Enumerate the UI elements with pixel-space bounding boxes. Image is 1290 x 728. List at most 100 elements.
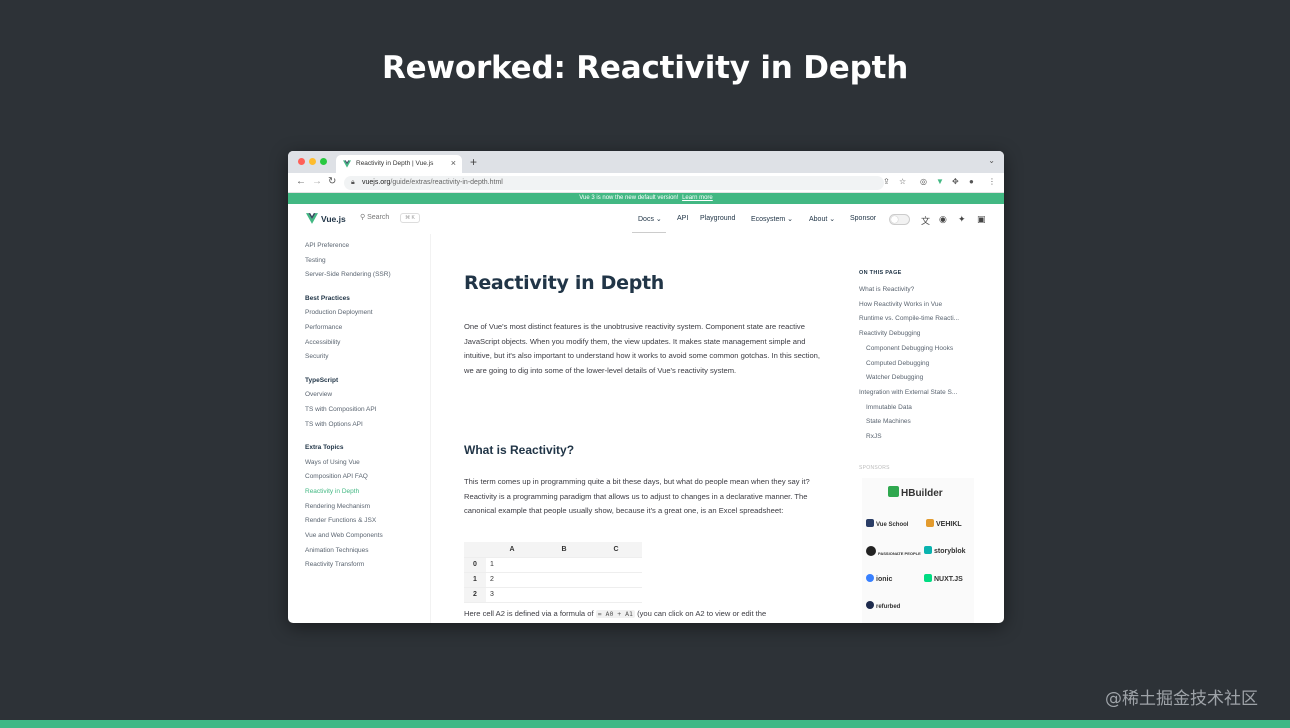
browser-menu-icon[interactable]: ⋮ xyxy=(988,177,996,186)
twitter-icon[interactable]: ✦ xyxy=(958,214,966,225)
nav-api[interactable]: API xyxy=(677,215,688,222)
vue-devtools-icon[interactable]: ▼ xyxy=(936,177,944,186)
sheet-cell-b1[interactable] xyxy=(538,572,590,588)
sidebar-item-render-functions[interactable]: Render Functions & JSX xyxy=(305,517,376,524)
sidebar-item-ts-overview[interactable]: Overview xyxy=(305,391,332,398)
toc-item[interactable]: State Machines xyxy=(866,418,911,425)
tab-close-icon[interactable]: × xyxy=(451,158,456,168)
sponsor-storyblok[interactable]: storyblok xyxy=(924,546,966,555)
site-navbar: Vue.js ⚲ Search ⌘ K Docs ⌄ API Playgroun… xyxy=(288,204,1004,234)
toc-item[interactable]: Reactivity Debugging xyxy=(859,330,920,337)
ionic-logo-icon xyxy=(866,574,874,582)
reactivity-paragraph: This term comes up in programming quite … xyxy=(464,477,810,515)
sidebar-item-api-preference[interactable]: API Preference xyxy=(305,242,349,249)
on-this-page-outline: ON THIS PAGE What is Reactivity? How Rea… xyxy=(859,234,989,623)
formula-text-end: (you can click on A2 to view or edit the xyxy=(637,609,767,618)
nav-sponsor[interactable]: Sponsor xyxy=(850,215,876,222)
sidebar-item-security[interactable]: Security xyxy=(305,353,328,360)
puzzle-icon[interactable]: ✥ xyxy=(952,177,959,186)
sheet-cell-c2[interactable] xyxy=(590,587,642,603)
nav-about[interactable]: About ⌄ xyxy=(809,215,835,223)
sponsors-heading: SPONSORS xyxy=(859,465,890,471)
sheet-column-header: C xyxy=(590,542,642,558)
sheet-column-header: A xyxy=(486,542,538,558)
tab-list-chevron-icon[interactable]: ⌄ xyxy=(988,156,995,165)
browser-tab-active[interactable]: Reactivity in Depth | Vue.js × xyxy=(336,155,462,173)
formula-paragraph: Here cell A2 is defined via a formula of… xyxy=(464,607,828,622)
sidebar-item-web-components[interactable]: Vue and Web Components xyxy=(305,532,383,539)
back-arrow-icon[interactable]: ← xyxy=(296,176,306,187)
sidebar-item-ts-options-api[interactable]: TS with Options API xyxy=(305,421,363,428)
nav-ecosystem[interactable]: Ecosystem ⌄ xyxy=(751,215,793,223)
section-heading-what-is-reactivity: What is Reactivity? xyxy=(464,443,575,457)
forward-arrow-icon[interactable]: → xyxy=(312,176,322,187)
sidebar-item-performance[interactable]: Performance xyxy=(305,324,342,331)
toc-item[interactable]: RxJS xyxy=(866,433,882,440)
toc-item[interactable]: Runtime vs. Compile-time Reacti... xyxy=(859,315,959,322)
nav-active-underline xyxy=(632,232,666,233)
translate-icon[interactable]: 文 xyxy=(921,214,930,227)
sheet-cell-a1[interactable]: 2 xyxy=(486,572,538,588)
sheet-cell-a0[interactable]: 1 xyxy=(486,557,538,573)
sheet-cell-b2[interactable] xyxy=(538,587,590,603)
vue-logo-icon[interactable] xyxy=(306,213,318,224)
browser-window: Reactivity in Depth | Vue.js × + ⌄ ← → ↻… xyxy=(288,151,1004,623)
toc-item[interactable]: Integration with External State S... xyxy=(859,389,957,396)
toc-item[interactable]: Watcher Debugging xyxy=(866,374,923,381)
sponsor-vehikl[interactable]: VEHIKL xyxy=(926,519,962,528)
bookmark-star-icon[interactable]: ☆ xyxy=(899,177,906,186)
sponsor-nuxt[interactable]: NUXT.JS xyxy=(924,574,963,583)
browser-address-bar: ← → ↻ 🔒︎ vuejs.org/guide/extras/reactivi… xyxy=(288,173,1004,193)
site-brand[interactable]: Vue.js xyxy=(321,214,346,224)
sheet-cell-c1[interactable] xyxy=(590,572,642,588)
nav-docs[interactable]: Docs ⌄ xyxy=(638,215,662,223)
sidebar-item-animation-techniques[interactable]: Animation Techniques xyxy=(305,547,368,554)
sidebar-heading-typescript: TypeScript xyxy=(305,377,339,384)
share-icon[interactable]: ⇪ xyxy=(883,177,890,186)
minimize-window-button[interactable] xyxy=(309,158,316,165)
search-button[interactable]: ⚲ Search xyxy=(360,213,389,221)
search-icon: ⚲ xyxy=(360,214,366,221)
sponsor-passionate-people[interactable]: PASSIONATE PEOPLE xyxy=(866,546,921,556)
sidebar-item-accessibility[interactable]: Accessibility xyxy=(305,339,340,346)
sidebar-item-production-deployment[interactable]: Production Deployment xyxy=(305,309,373,316)
profile-icon[interactable]: ● xyxy=(969,177,974,186)
sidebar-item-ts-composition-api[interactable]: TS with Composition API xyxy=(305,406,377,413)
discord-icon[interactable]: ▣ xyxy=(977,214,986,225)
extension-icon[interactable]: ◎ xyxy=(920,177,927,186)
sidebar-item-testing[interactable]: Testing xyxy=(305,257,326,264)
sheet-cell-c0[interactable] xyxy=(590,557,642,573)
table-row: 1 2 xyxy=(464,572,642,588)
reload-icon[interactable]: ↻ xyxy=(328,176,336,187)
url-input[interactable]: 🔒︎ vuejs.org/guide/extras/reactivity-in-… xyxy=(344,176,884,190)
sponsor-vue-school[interactable]: Vue School xyxy=(866,519,908,528)
sidebar-item-ways-of-using-vue[interactable]: Ways of Using Vue xyxy=(305,459,360,466)
sidebar-item-reactivity-transform[interactable]: Reactivity Transform xyxy=(305,561,364,568)
toc-heading: ON THIS PAGE xyxy=(859,270,902,276)
sponsor-refurbed[interactable]: refurbed xyxy=(866,601,900,610)
passionate-people-logo-icon xyxy=(866,546,876,556)
sheet-corner-header xyxy=(464,542,486,558)
sidebar-item-reactivity-in-depth[interactable]: Reactivity in Depth xyxy=(305,488,359,495)
sheet-cell-a2[interactable]: 3 xyxy=(486,587,538,603)
toc-item[interactable]: Computed Debugging xyxy=(866,360,929,367)
doc-content: Reactivity in Depth One of Vue's most di… xyxy=(464,234,828,623)
sheet-cell-b0[interactable] xyxy=(538,557,590,573)
nav-playground[interactable]: Playground xyxy=(700,215,735,222)
toc-item[interactable]: Component Debugging Hooks xyxy=(866,345,953,352)
dark-mode-toggle[interactable] xyxy=(889,214,910,225)
sidebar-item-composition-api-faq[interactable]: Composition API FAQ xyxy=(305,473,368,480)
maximize-window-button[interactable] xyxy=(320,158,327,165)
new-tab-button[interactable]: + xyxy=(470,155,477,169)
sidebar-item-ssr[interactable]: Server-Side Rendering (SSR) xyxy=(305,271,391,278)
toc-item[interactable]: How Reactivity Works in Vue xyxy=(859,301,942,308)
toc-item[interactable]: Immutable Data xyxy=(866,404,912,411)
sponsor-hbuilder[interactable]: HBuilder xyxy=(888,486,943,499)
sidebar-item-rendering-mechanism[interactable]: Rendering Mechanism xyxy=(305,503,370,510)
banner-learn-more-link[interactable]: Learn more xyxy=(682,195,713,201)
sponsor-ionic[interactable]: ionic xyxy=(866,574,892,583)
sidebar-heading-extra-topics: Extra Topics xyxy=(305,444,344,451)
github-icon[interactable]: ◉ xyxy=(939,214,947,225)
toc-item[interactable]: What is Reactivity? xyxy=(859,286,914,293)
close-window-button[interactable] xyxy=(298,158,305,165)
